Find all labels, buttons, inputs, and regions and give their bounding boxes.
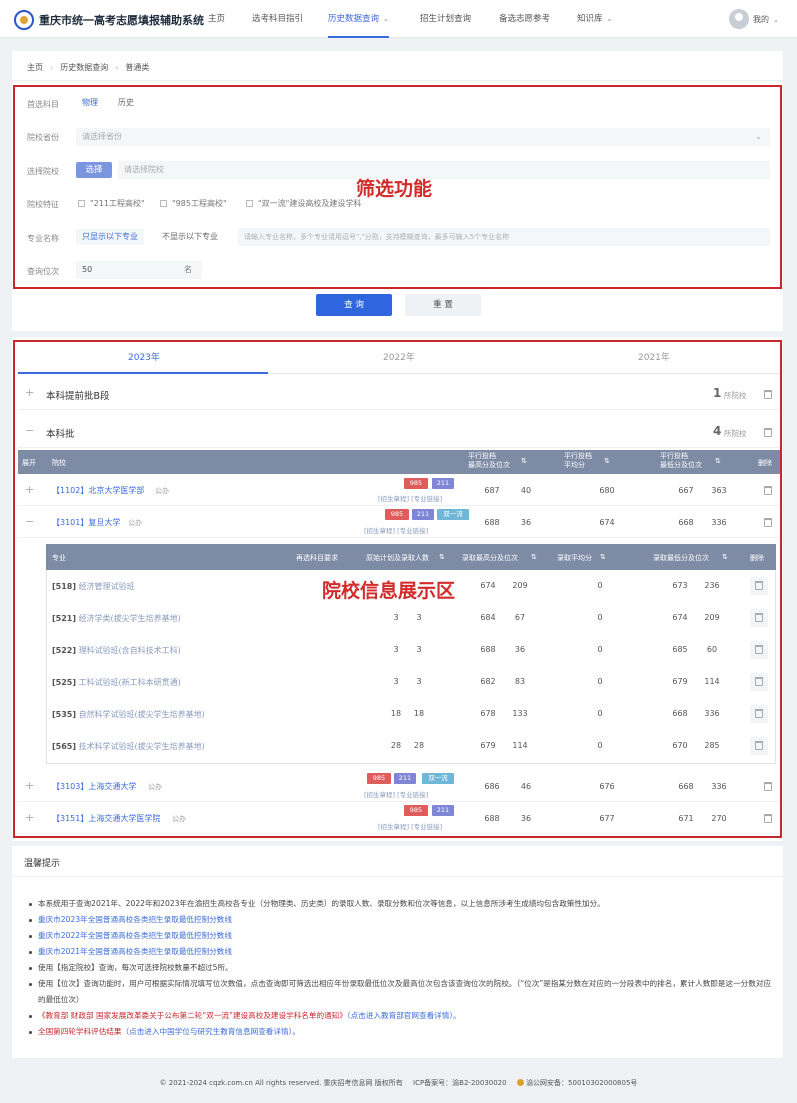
feature-double-checkbox[interactable]: "双一流"建设高校及建设学科	[246, 198, 361, 209]
nav-knowledge[interactable]: 知识库 ⌄	[577, 0, 612, 38]
footer-copyright: © 2021-2024 cqzk.com.cn All rights reser…	[159, 1079, 403, 1087]
major-exclude-option[interactable]: 不显示以下专业	[156, 229, 224, 245]
tip-link[interactable]: 重庆市2021年全国普通高校各类招生录取最低控制分数线	[29, 944, 778, 960]
top-navbar: 重庆市统一高考志愿填报辅助系统 主页 选考科目指引 历史数据查询 ⌄ 招生计划查询…	[0, 0, 797, 38]
divider	[12, 876, 783, 877]
tip-link[interactable]: 《教育部 财政部 国家发展改革委关于公布第二轮“双一流”建设高校及建设学科名单的…	[38, 1011, 347, 1020]
tips-list: 本系统用于查询2021年、2022年和2023年在渝招生高校各专业（分物理类、历…	[29, 896, 778, 1040]
nav-reference[interactable]: 备选志愿参考	[499, 0, 550, 38]
tip-item: 《教育部 财政部 国家发展改革委关于公布第二轮“双一流”建设高校及建设学科名单的…	[29, 1008, 778, 1024]
nav-history-query-label: 历史数据查询	[328, 14, 380, 24]
tip-item: 本系统用于查询2021年、2022年和2023年在渝招生高校各专业（分物理类、历…	[29, 896, 778, 912]
query-button[interactable]: 查 询	[316, 294, 392, 316]
tips-title: 温馨提示	[24, 859, 61, 869]
tip-link[interactable]: 全国第四轮学科评估结果	[38, 1027, 122, 1036]
nav-home[interactable]: 主页	[208, 0, 225, 38]
checkbox-icon	[78, 200, 85, 207]
school-input[interactable]: 请选择院校	[118, 161, 770, 179]
footer: © 2021-2024 cqzk.com.cn All rights reser…	[0, 1078, 797, 1088]
breadcrumb-separator-icon: ›	[50, 63, 54, 72]
divider	[12, 80, 783, 81]
major-label: 专业名称	[27, 234, 59, 243]
school-label: 选择院校	[27, 167, 59, 176]
chevron-down-icon: ⌄	[383, 15, 389, 23]
breadcrumb-home[interactable]: 主页	[27, 63, 43, 72]
user-label: 我的	[753, 15, 769, 24]
nav-history-query[interactable]: 历史数据查询 ⌄	[328, 0, 389, 38]
breadcrumb-current: 普通类	[125, 63, 150, 72]
breadcrumb-history[interactable]: 历史数据查询	[60, 63, 108, 72]
subject-label: 首选科目	[27, 100, 59, 109]
checkbox-icon	[160, 200, 167, 207]
police-badge-icon	[516, 1079, 524, 1086]
feature-211-checkbox[interactable]: "211工程高校"	[78, 198, 145, 209]
province-select[interactable]: 请选择省份 ⌄	[76, 128, 770, 146]
major-input[interactable]: 请输入专业名称，多个专业请用逗号","分割，支持模糊查询，最多可输入5个专业名称	[238, 228, 770, 246]
select-school-button[interactable]: 选择	[76, 162, 112, 178]
avatar[interactable]	[729, 9, 749, 29]
subject-history[interactable]: 历史	[112, 95, 140, 111]
subject-physics[interactable]: 物理	[76, 95, 104, 111]
results-annotation-box	[13, 340, 782, 838]
tip-link[interactable]: （点击进入中国学位与研究生教育信息网查看详情）。	[122, 1027, 300, 1036]
tip-link[interactable]: 重庆市2023年全国普通高校各类招生录取最低控制分数线	[29, 912, 778, 928]
tip-item: 全国第四轮学科评估结果（点击进入中国学位与研究生教育信息网查看详情）。	[29, 1024, 778, 1040]
tip-item: 使用【指定院校】查询，每次可选择院校数量不超过5所。	[29, 960, 778, 976]
nav-knowledge-label: 知识库	[577, 14, 603, 24]
app-title: 重庆市统一高考志愿填报辅助系统	[39, 14, 204, 27]
nav-plan-query[interactable]: 招生计划查询	[420, 0, 471, 38]
rank-input[interactable]: 50 名	[76, 261, 202, 279]
breadcrumb-separator-icon: ›	[115, 63, 119, 72]
tip-link[interactable]: （点击进入教育部官网查看详情）。	[347, 1011, 461, 1020]
rank-value: 50	[82, 265, 93, 274]
chevron-down-icon: ⌄	[606, 15, 613, 23]
major-include-option[interactable]: 只显示以下专业	[76, 229, 144, 245]
footer-police[interactable]: 渝公网安备：50010302000805号	[526, 1079, 637, 1087]
filter-annotation-label: 筛选功能	[356, 178, 433, 200]
rank-unit: 名	[184, 265, 192, 274]
checkbox-icon	[246, 200, 253, 207]
feature-985-label: "985工程高校"	[172, 199, 227, 208]
user-menu[interactable]: 我的 ⌄	[753, 14, 779, 25]
footer-icp[interactable]: ICP备案号：渝B2-20030020	[413, 1079, 507, 1087]
chevron-down-icon: ⌄	[755, 132, 762, 141]
feature-double-label: "双一流"建设高校及建设学科	[258, 199, 362, 208]
feature-label: 院校特征	[27, 200, 59, 209]
nav-subject-guide[interactable]: 选考科目指引	[252, 0, 303, 38]
feature-985-checkbox[interactable]: "985工程高校"	[160, 198, 227, 209]
feature-211-label: "211工程高校"	[90, 199, 145, 208]
province-placeholder: 请选择省份	[82, 132, 122, 141]
province-label: 院校省份	[27, 133, 59, 142]
reset-button[interactable]: 重 置	[405, 294, 481, 316]
tip-link[interactable]: 重庆市2022年全国普通高校各类招生录取最低控制分数线	[29, 928, 778, 944]
chevron-down-icon: ⌄	[773, 16, 779, 24]
breadcrumb: 主页 › 历史数据查询 › 普通类	[27, 62, 149, 73]
logo-icon	[14, 10, 34, 30]
tip-item: 使用【位次】查询功能时，用户可根据实际情况填写位次数值，点击查询即可筛选出相应年…	[29, 976, 778, 1008]
rank-label: 查询位次	[27, 267, 59, 276]
